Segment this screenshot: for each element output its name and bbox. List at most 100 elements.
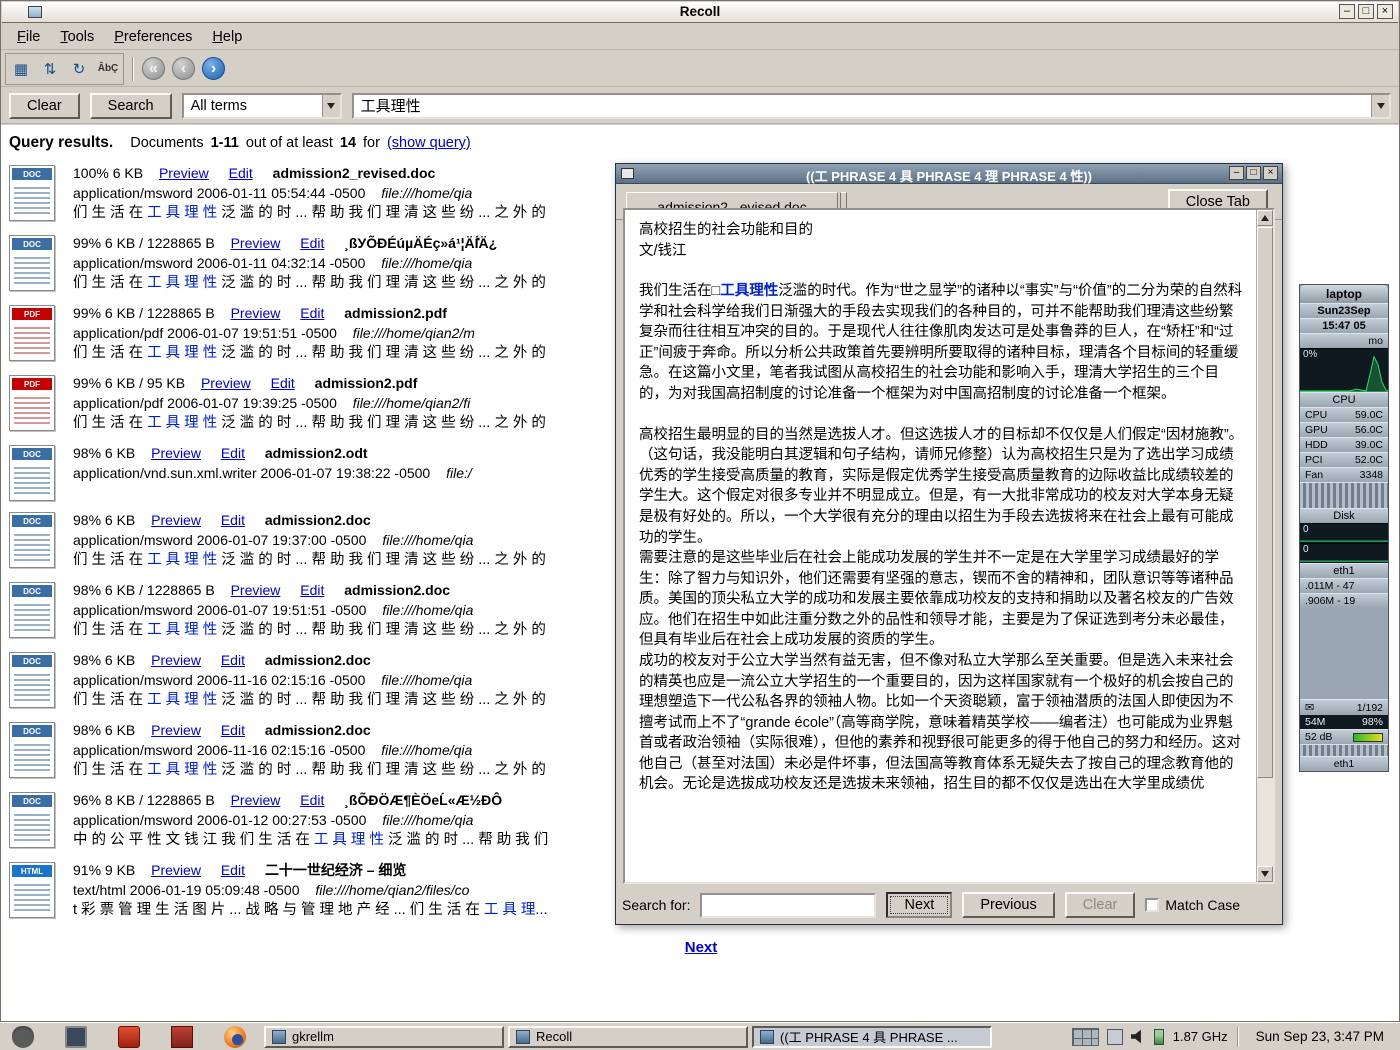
preview-document-text[interactable]: 高校招生的社会功能和目的 文/钱江 我们生活在□工具理性泛滥的时代。作为“世之显… xyxy=(625,210,1255,882)
krell-meter xyxy=(1300,482,1388,508)
preview-minimize-button[interactable]: – xyxy=(1229,166,1244,180)
memory-row: 54M98% xyxy=(1300,715,1388,729)
keyboard-icon[interactable] xyxy=(1107,1029,1123,1045)
file-type-icon xyxy=(9,792,55,848)
maximize-button[interactable]: □ xyxy=(1358,4,1374,19)
gkrellm-proc-row: mo xyxy=(1300,333,1388,348)
battery-icon[interactable] xyxy=(1154,1029,1164,1045)
query-history-chevron-icon[interactable] xyxy=(1371,95,1389,117)
sensor-row: CPU59.0C xyxy=(1300,407,1388,422)
clear-button[interactable]: Clear xyxy=(9,93,80,119)
query-input[interactable] xyxy=(354,95,1389,117)
scroll-down-icon[interactable] xyxy=(1257,866,1273,882)
preview-link[interactable]: Preview xyxy=(151,445,201,461)
edit-link[interactable]: Edit xyxy=(300,582,324,598)
preview-paragraph: 我们生活在□工具理性泛滥的时代。作为“世之显学”的诸种以“事实”与“价值”的二分… xyxy=(639,281,1245,404)
task-button[interactable]: gkrellm xyxy=(264,1026,504,1048)
window-titlebar[interactable]: Recoll – □ × xyxy=(2,2,1398,23)
preview-link[interactable]: Preview xyxy=(231,235,281,251)
preview-link[interactable]: Preview xyxy=(151,652,201,668)
preview-link[interactable]: Preview xyxy=(231,305,281,321)
menu-item[interactable]: Tools xyxy=(50,26,104,48)
edit-link[interactable]: Edit xyxy=(221,512,245,528)
pager-icon[interactable] xyxy=(1072,1028,1099,1046)
find-previous-button[interactable]: Previous xyxy=(962,892,1054,918)
result-filename: admission2.doc xyxy=(265,512,371,528)
close-button[interactable]: × xyxy=(1377,4,1393,19)
result-mimetype-date: application/msword 2006-01-11 04:32:14 -… xyxy=(73,255,365,271)
toolbar-separator xyxy=(132,57,134,81)
refresh-icon[interactable]: ↻ xyxy=(66,56,92,82)
clock[interactable]: Sun Sep 23, 3:47 PM xyxy=(1248,1029,1392,1044)
mail-row: ✉ 1/192 xyxy=(1300,699,1388,715)
preview-titlebar[interactable]: ((工 PHRASE 4 具 PHRASE 4 理 PHRASE 4 性)) –… xyxy=(616,164,1282,184)
find-next-button[interactable]: Next xyxy=(886,892,952,918)
find-input[interactable] xyxy=(700,893,876,918)
result-url: file:///home/qian2/m xyxy=(353,325,475,341)
search-button[interactable]: Search xyxy=(90,93,172,119)
edit-link[interactable]: Edit xyxy=(300,792,324,808)
page-nav-icon[interactable]: ‹ xyxy=(172,57,195,80)
next-page-link[interactable]: Next xyxy=(685,939,718,956)
preview-close-button[interactable]: × xyxy=(1263,166,1278,180)
minimize-button[interactable]: – xyxy=(1339,4,1355,19)
preview-link[interactable]: Preview xyxy=(159,165,209,181)
preview-link[interactable]: Preview xyxy=(151,512,201,528)
volume-icon[interactable] xyxy=(1131,1029,1146,1044)
gkrellm-time: 15:47 05 xyxy=(1300,318,1388,333)
menu-item[interactable]: File xyxy=(7,26,50,48)
task-window-icon xyxy=(760,1030,774,1044)
doc-history-icon[interactable]: ▦ xyxy=(8,56,34,82)
preview-link[interactable]: Preview xyxy=(151,862,201,878)
page-nav-icon[interactable]: › xyxy=(202,57,225,80)
edit-link[interactable]: Edit xyxy=(300,305,324,321)
preview-maximize-button[interactable]: □ xyxy=(1246,166,1261,180)
media-icon[interactable] xyxy=(118,1026,140,1048)
results-title: Query results. xyxy=(9,134,113,152)
cpu-frequency: 1.87 GHz xyxy=(1173,1029,1228,1044)
task-button[interactable]: ((工 PHRASE 4 具 PHRASE ... xyxy=(752,1026,992,1048)
file-type-icon xyxy=(9,652,55,708)
menu-item[interactable]: Help xyxy=(202,26,252,48)
edit-link[interactable]: Edit xyxy=(221,722,245,738)
page-nav-icon[interactable]: « xyxy=(142,57,165,80)
result-mimetype-date: application/msword 2006-01-07 19:37:00 -… xyxy=(73,532,366,548)
preview-link[interactable]: Preview xyxy=(231,582,281,598)
task-button[interactable]: Recoll xyxy=(508,1026,748,1048)
scroll-up-icon[interactable] xyxy=(1257,210,1273,226)
term-explorer-icon[interactable]: ÂbÇ xyxy=(95,56,121,82)
edit-link[interactable]: Edit xyxy=(229,165,253,181)
result-rank: 98% 6 KB xyxy=(73,652,135,668)
task-label: ((工 PHRASE 4 具 PHRASE ... xyxy=(780,1027,958,1046)
mail-count: 1/192 xyxy=(1357,702,1383,714)
edit-link[interactable]: Edit xyxy=(271,375,295,391)
menu-item[interactable]: Preferences xyxy=(104,26,202,48)
firefox-icon[interactable] xyxy=(224,1026,246,1048)
disk-label: Disk xyxy=(1300,508,1388,523)
edit-link[interactable]: Edit xyxy=(221,445,245,461)
chevron-down-icon[interactable] xyxy=(322,95,340,117)
preview-scrollbar[interactable] xyxy=(1256,210,1273,882)
package-icon[interactable] xyxy=(171,1026,193,1048)
edit-link[interactable]: Edit xyxy=(221,862,245,878)
display-icon[interactable] xyxy=(65,1026,87,1048)
preview-link[interactable]: Preview xyxy=(151,722,201,738)
mail-icon: ✉ xyxy=(1305,701,1314,714)
result-rank: 98% 6 KB xyxy=(73,445,135,461)
search-mode-select[interactable]: All terms xyxy=(182,93,342,119)
edit-link[interactable]: Edit xyxy=(300,235,324,251)
fan-row: Fan3348 xyxy=(1300,467,1388,482)
gkrellm-monitor[interactable]: laptop Sun23Sep 15:47 05 mo 0% CPU CPU59… xyxy=(1299,284,1389,772)
highlighted-term: 工具理性 xyxy=(720,283,778,299)
file-type-icon xyxy=(9,165,55,221)
show-query-link[interactable]: (show query) xyxy=(387,135,471,151)
snippet-match: 工 具 理 xyxy=(484,902,536,918)
preview-link[interactable]: Preview xyxy=(201,375,251,391)
find-clear-button[interactable]: Clear xyxy=(1065,892,1136,918)
gnome-foot-icon[interactable] xyxy=(12,1026,34,1048)
edit-link[interactable]: Edit xyxy=(221,652,245,668)
scrollbar-thumb[interactable] xyxy=(1257,227,1273,778)
match-case-checkbox[interactable] xyxy=(1145,898,1159,912)
sort-params-icon[interactable]: ⇅ xyxy=(37,56,63,82)
preview-link[interactable]: Preview xyxy=(231,792,281,808)
